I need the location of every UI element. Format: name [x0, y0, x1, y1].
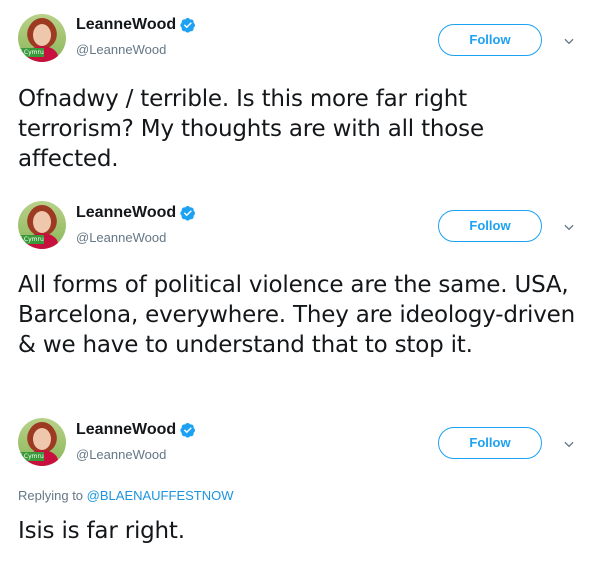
author-display-name[interactable]: LeanneWood — [76, 421, 176, 439]
follow-button[interactable]: Follow — [438, 210, 542, 242]
author-name-row[interactable]: LeanneWood — [76, 204, 196, 222]
avatar-badge: d Cymru — [18, 235, 44, 244]
author-name-row[interactable]: LeanneWood — [76, 16, 196, 34]
author-display-name[interactable]: LeanneWood — [76, 204, 176, 222]
tweet-text: All forms of political violence are the … — [18, 272, 575, 358]
chevron-down-icon[interactable] — [562, 34, 576, 48]
author-handle[interactable]: @LeanneWood — [76, 447, 166, 462]
tweet-text: Ofnadwy / terrible. Is this more far rig… — [18, 86, 484, 172]
author-handle[interactable]: @LeanneWood — [76, 230, 166, 245]
avatar[interactable]: d Cymru — [18, 418, 66, 466]
replying-to-prefix: Replying to — [18, 488, 84, 503]
chevron-down-icon[interactable] — [562, 220, 576, 234]
author-name-row[interactable]: LeanneWood — [76, 421, 196, 439]
avatar-badge: d Cymru — [18, 452, 44, 461]
author-handle[interactable]: @LeanneWood — [76, 42, 166, 57]
avatar[interactable]: d Cymru — [18, 201, 66, 249]
verified-badge-icon — [180, 423, 196, 438]
replying-to: Replying to @BLAENAUFFESTNOW — [18, 488, 234, 503]
follow-button[interactable]: Follow — [438, 427, 542, 459]
chevron-down-icon[interactable] — [562, 437, 576, 451]
avatar[interactable]: d Cymru — [18, 14, 66, 62]
verified-badge-icon — [180, 18, 196, 33]
follow-button[interactable]: Follow — [438, 24, 542, 56]
verified-badge-icon — [180, 206, 196, 221]
replying-to-handle-link[interactable]: @BLAENAUFFESTNOW — [87, 488, 234, 503]
tweet-text: Isis is far right. — [18, 518, 185, 544]
avatar-badge: d Cymru — [18, 48, 44, 57]
author-display-name[interactable]: LeanneWood — [76, 16, 176, 34]
